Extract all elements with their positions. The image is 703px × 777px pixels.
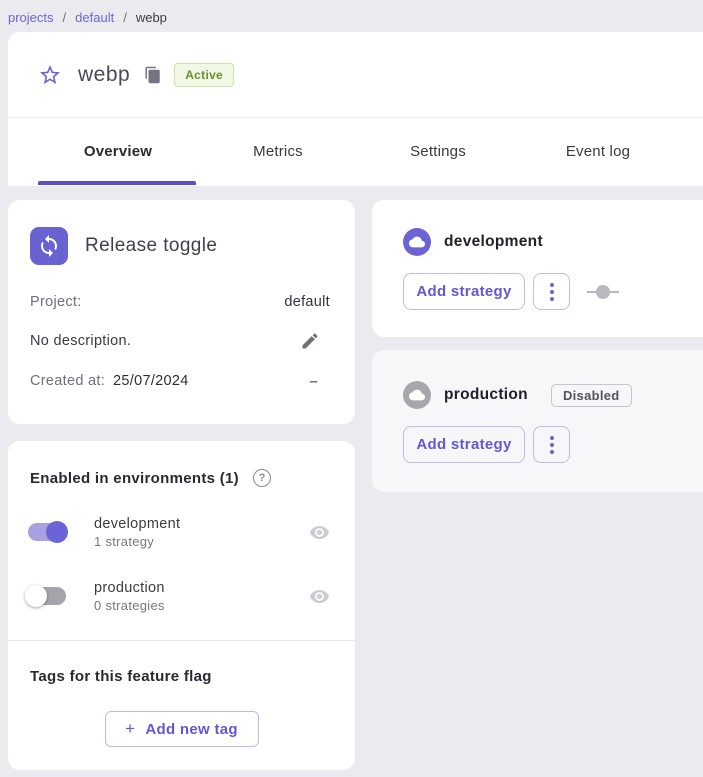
- release-toggle-icon: [30, 227, 68, 265]
- created-at-label: Created at:: [30, 373, 105, 389]
- right-column: development Add strategy production Disa…: [372, 200, 703, 492]
- created-at-value: 25/07/2024: [113, 373, 189, 389]
- strategy-connector-icon: [587, 285, 619, 299]
- page-title: webp: [78, 63, 130, 87]
- environment-name: production: [94, 580, 165, 596]
- disabled-chip: Disabled: [551, 384, 632, 407]
- tab-label: Event log: [566, 143, 630, 160]
- production-toggle[interactable]: [28, 587, 66, 605]
- environment-row-development: development 1 strategy: [8, 513, 355, 551]
- visibility-eye-icon[interactable]: [309, 522, 330, 543]
- development-toggle[interactable]: [28, 523, 66, 541]
- status-badge: Active: [174, 63, 234, 87]
- environment-row-production: production 0 strategies: [8, 577, 355, 615]
- project-value[interactable]: default: [284, 294, 330, 310]
- tab-event-log[interactable]: Event log: [518, 118, 678, 185]
- breadcrumb-separator: /: [63, 10, 67, 25]
- kebab-menu-icon[interactable]: [533, 426, 570, 463]
- favorite-star-icon[interactable]: [38, 63, 62, 87]
- feature-flag-page: projects / default / webp webp Active Ov…: [0, 0, 703, 777]
- strategy-env-name: development: [444, 233, 543, 251]
- environments-card: Enabled in environments (1) ? developmen…: [8, 441, 355, 770]
- title-row: webp Active: [8, 32, 703, 118]
- plus-icon: +: [125, 719, 135, 739]
- tab-label: Overview: [84, 143, 152, 160]
- flag-type-title: Release toggle: [85, 235, 217, 257]
- tab-metrics[interactable]: Metrics: [198, 118, 358, 185]
- add-new-tag-label: Add new tag: [145, 721, 237, 738]
- kebab-menu-icon[interactable]: [533, 273, 570, 310]
- tags-title: Tags for this feature flag: [30, 668, 333, 685]
- tab-settings[interactable]: Settings: [358, 118, 518, 185]
- breadcrumb-default[interactable]: default: [75, 10, 114, 25]
- left-column: Release toggle Project: default No descr…: [8, 200, 355, 770]
- tab-label: Metrics: [253, 143, 303, 160]
- header-card: webp Active Overview Metrics Settings Ev…: [8, 32, 703, 186]
- tab-overview[interactable]: Overview: [38, 118, 198, 185]
- help-icon[interactable]: ?: [253, 469, 271, 487]
- cloud-environment-icon: [403, 381, 431, 409]
- project-label: Project:: [30, 294, 82, 310]
- tags-section: Tags for this feature flag + Add new tag: [8, 641, 355, 747]
- tab-bar: Overview Metrics Settings Event log: [8, 118, 703, 185]
- strategy-env-name: production: [444, 386, 528, 404]
- description-text: No description.: [30, 333, 131, 349]
- collapse-icon[interactable]: –: [309, 374, 318, 389]
- breadcrumb-separator: /: [123, 10, 127, 25]
- add-new-tag-button[interactable]: + Add new tag: [105, 711, 259, 747]
- strategy-panel-development: development Add strategy: [372, 200, 703, 337]
- add-strategy-button[interactable]: Add strategy: [403, 426, 525, 463]
- environment-strategy-count: 1 strategy: [94, 534, 180, 549]
- overview-content: Release toggle Project: default No descr…: [0, 186, 703, 777]
- edit-description-icon[interactable]: [300, 331, 320, 351]
- copy-icon[interactable]: [144, 66, 162, 84]
- environment-strategy-count: 0 strategies: [94, 598, 165, 613]
- breadcrumb-projects[interactable]: projects: [8, 10, 54, 25]
- environment-name: development: [94, 516, 180, 532]
- breadcrumb: projects / default / webp: [8, 0, 167, 32]
- environments-title: Enabled in environments (1): [30, 470, 239, 487]
- tab-label: Settings: [410, 143, 466, 160]
- cloud-environment-icon: [403, 228, 431, 256]
- add-strategy-button[interactable]: Add strategy: [403, 273, 525, 310]
- flag-type-card: Release toggle Project: default No descr…: [8, 200, 355, 424]
- strategy-panel-production: production Disabled Add strategy: [372, 350, 703, 492]
- breadcrumb-current: webp: [136, 10, 167, 25]
- visibility-eye-icon[interactable]: [309, 586, 330, 607]
